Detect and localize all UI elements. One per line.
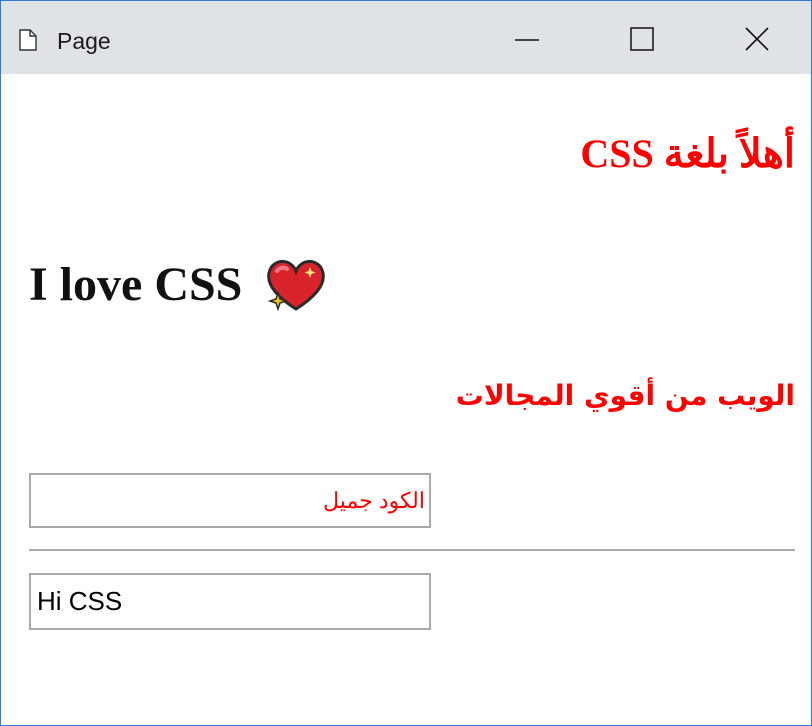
ltr-text-input[interactable] [29, 573, 431, 630]
title-bar[interactable]: Page [1, 1, 811, 74]
love-css-text: I love CSS [29, 258, 243, 311]
browser-window: Page أهلاً بلغة CSS I love CSS الويب من … [0, 0, 812, 726]
page-icon [19, 29, 37, 51]
sparkling-heart-icon [267, 259, 326, 312]
love-css-heading: I love CSS [29, 257, 328, 317]
window-title: Page [57, 28, 111, 54]
maximize-icon [630, 27, 654, 51]
minimize-button[interactable] [511, 23, 543, 55]
maximize-button[interactable] [626, 23, 658, 55]
close-icon [745, 27, 769, 51]
arabic-heading-primary: أهلاً بلغة CSS [580, 131, 795, 176]
horizontal-divider [29, 549, 795, 551]
close-button[interactable] [741, 23, 773, 55]
arabic-heading-secondary: الويب من أقوي المجالات [455, 379, 795, 412]
page-content: أهلاً بلغة CSS I love CSS الويب من أقوي … [1, 74, 811, 725]
minimize-icon [515, 39, 539, 41]
rtl-text-input[interactable] [29, 473, 431, 528]
